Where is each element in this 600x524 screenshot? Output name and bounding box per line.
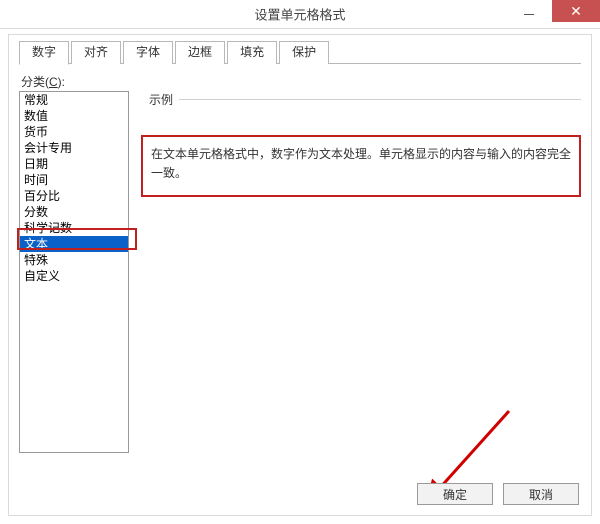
list-item[interactable]: 时间 xyxy=(20,172,128,188)
window-controls: ✕ xyxy=(506,0,600,22)
minimize-icon xyxy=(524,14,534,15)
category-description: 在文本单元格格式中，数字作为文本处理。单元格显示的内容与输入的内容完全一致。 xyxy=(141,135,581,197)
dialog-window: 设置单元格格式 ✕ 数字 对齐 字体 边框 填充 保护 分类(C): 常规 数值… xyxy=(0,0,600,524)
example-label: 示例 xyxy=(149,91,173,108)
dialog-buttons: 确定 取消 xyxy=(417,483,579,505)
window-title: 设置单元格格式 xyxy=(254,5,345,24)
list-item-selected[interactable]: 文本 xyxy=(20,236,128,252)
tab-protection[interactable]: 保护 xyxy=(279,41,329,64)
tab-border[interactable]: 边框 xyxy=(175,41,225,64)
tab-fill[interactable]: 填充 xyxy=(227,41,277,64)
list-item[interactable]: 常规 xyxy=(20,92,128,108)
ok-button[interactable]: 确定 xyxy=(417,483,493,505)
dialog-client-area: 数字 对齐 字体 边框 填充 保护 分类(C): 常规 数值 货币 会计专用 日… xyxy=(8,34,592,516)
close-button[interactable]: ✕ xyxy=(552,0,600,22)
tab-content: 分类(C): 常规 数值 货币 会计专用 日期 时间 百分比 分数 科学记数 文… xyxy=(19,69,581,473)
list-item[interactable]: 自定义 xyxy=(20,268,128,284)
cancel-button[interactable]: 取消 xyxy=(503,483,579,505)
list-item[interactable]: 特殊 xyxy=(20,252,128,268)
list-item[interactable]: 科学记数 xyxy=(20,220,128,236)
tab-number[interactable]: 数字 xyxy=(19,41,69,65)
example-separator xyxy=(179,99,581,100)
category-label: 分类(C): xyxy=(21,73,65,90)
list-item[interactable]: 日期 xyxy=(20,156,128,172)
minimize-button[interactable] xyxy=(506,0,552,22)
list-item[interactable]: 货币 xyxy=(20,124,128,140)
tab-alignment[interactable]: 对齐 xyxy=(71,41,121,64)
list-item[interactable]: 分数 xyxy=(20,204,128,220)
list-item[interactable]: 百分比 xyxy=(20,188,128,204)
list-item[interactable]: 会计专用 xyxy=(20,140,128,156)
close-icon: ✕ xyxy=(570,4,582,18)
tab-strip: 数字 对齐 字体 边框 填充 保护 xyxy=(19,41,581,64)
category-listbox[interactable]: 常规 数值 货币 会计专用 日期 时间 百分比 分数 科学记数 文本 特殊 自定… xyxy=(19,91,129,453)
title-bar: 设置单元格格式 ✕ xyxy=(0,0,600,29)
tab-font[interactable]: 字体 xyxy=(123,41,173,64)
list-item[interactable]: 数值 xyxy=(20,108,128,124)
